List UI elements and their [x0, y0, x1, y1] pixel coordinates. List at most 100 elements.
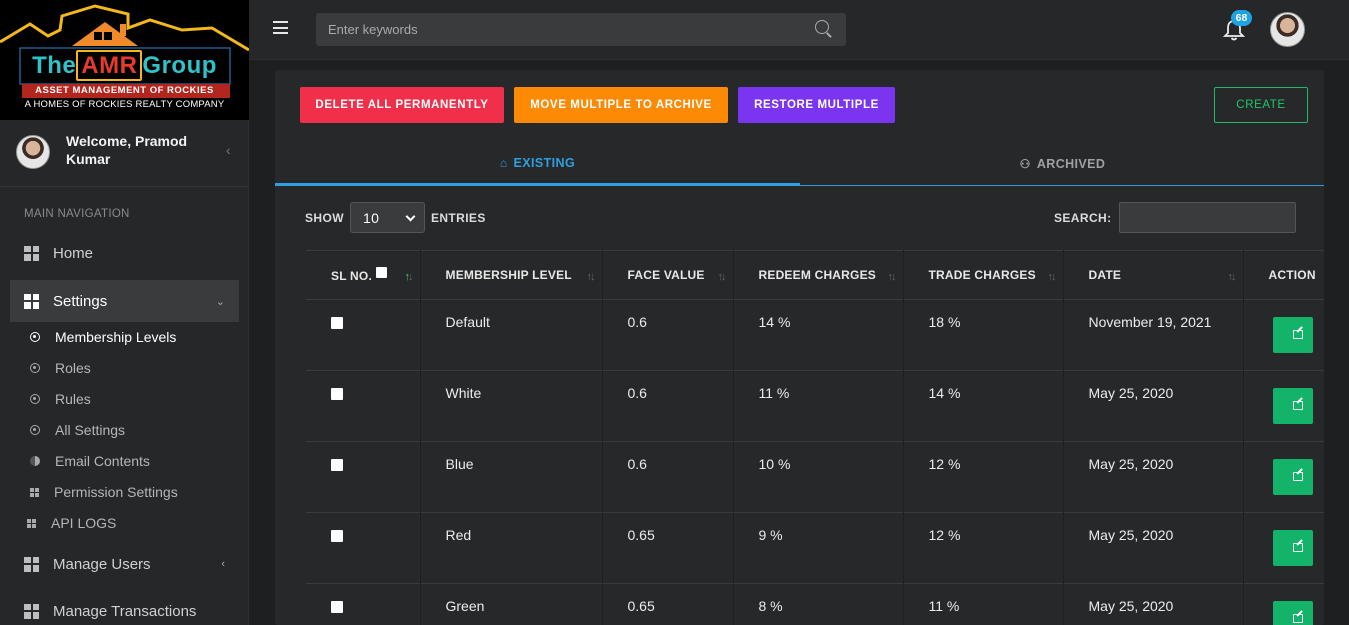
cell-redeem-charges: 11 %	[733, 370, 904, 442]
column-header-redeem-charges[interactable]: REDEEM CHARGES ↑↓	[733, 250, 904, 300]
restore-multiple-button[interactable]: RESTORE MULTIPLE	[738, 87, 895, 123]
circle-dot-icon	[30, 394, 40, 404]
create-button[interactable]: CREATE	[1214, 87, 1308, 123]
sidebar-subitem-all-settings[interactable]: All Settings	[30, 419, 125, 441]
table-row: Green 0.65 8 % 11 % May 25, 2020	[306, 583, 1324, 625]
grid-icon	[27, 518, 36, 528]
row-checkbox[interactable]	[331, 601, 343, 614]
dashboard-icon	[24, 293, 39, 309]
edit-icon	[1292, 543, 1303, 552]
select-all-checkbox[interactable]	[376, 267, 387, 278]
cell-redeem-charges: 8 %	[733, 583, 904, 625]
sidebar-subitem-email-contents[interactable]: Email Contents	[30, 450, 150, 472]
cell-trade-charges: 12 %	[903, 512, 1064, 584]
table-row: White 0.6 11 % 14 % May 25, 2020	[306, 370, 1324, 442]
cell-face-value: 0.6	[602, 370, 734, 442]
cell-level: Default	[420, 299, 603, 371]
edit-button[interactable]	[1272, 317, 1313, 353]
chevron-down-icon: ⌄	[215, 295, 225, 308]
sidebar-subitem-rules[interactable]: Rules	[30, 388, 91, 410]
edit-icon	[1292, 472, 1303, 481]
home-icon: ⌂	[499, 155, 508, 170]
circle-dot-icon	[30, 425, 40, 435]
cell-face-value: 0.65	[602, 583, 734, 625]
cell-level: Red	[420, 512, 603, 584]
search-input[interactable]	[316, 13, 846, 46]
contrast-icon	[30, 456, 40, 466]
sidebar-item-manage-users[interactable]: Manage Users ‹	[10, 543, 239, 585]
topbar: 68	[249, 0, 1349, 60]
delete-all-permanently-button[interactable]: DELETE ALL PERMANENTLY	[300, 87, 504, 123]
sidebar-item-label: Manage Users	[53, 555, 151, 573]
show-entries-control: SHOW 10 ENTRIES	[305, 202, 486, 233]
cell-level: White	[420, 370, 603, 442]
sort-icon: ↑↓	[1227, 271, 1237, 283]
brand-logo[interactable]: The AMR Group ASSET MANAGEMENT OF ROCKIES …	[0, 0, 249, 120]
menu-icon[interactable]	[273, 21, 288, 34]
membership-levels-table: SL NO. ↑↓ MEMBERSHIP LEVEL ↑↓ FACE VALUE ↑↓…	[306, 250, 1324, 625]
column-header-membership-level[interactable]: MEMBERSHIP LEVEL ↑↓	[420, 250, 603, 300]
cell-date: May 25, 2020	[1063, 583, 1244, 625]
cell-action	[1243, 583, 1324, 625]
table-search-input[interactable]	[1119, 202, 1297, 233]
sidebar-subitem-api-logs[interactable]: API LOGS	[27, 512, 116, 534]
row-checkbox[interactable]	[331, 459, 343, 472]
tab-existing[interactable]: ⌂ EXISTING	[275, 142, 800, 186]
column-header-trade-charges[interactable]: TRADE CHARGES ↑↓	[903, 250, 1064, 300]
cell-trade-charges: 14 %	[903, 370, 1064, 442]
edit-button[interactable]	[1272, 459, 1313, 495]
sort-icon: ↑↓	[1047, 271, 1057, 283]
sidebar-subitem-membership-levels[interactable]: Membership Levels	[30, 326, 176, 348]
brand-tagline: ASSET MANAGEMENT OF ROCKIES	[35, 85, 214, 96]
sidebar-item-label: Settings	[53, 292, 108, 310]
dashboard-icon	[24, 556, 39, 572]
edit-icon	[1292, 614, 1303, 623]
user-icon: ⚇	[1019, 157, 1031, 171]
sidebar-subitem-permission-settings[interactable]: Permission Settings	[30, 481, 178, 503]
user-avatar[interactable]	[1270, 12, 1305, 47]
row-checkbox[interactable]	[331, 388, 343, 401]
tab-archived[interactable]: ⚇ ARCHIVED	[800, 142, 1324, 186]
cell-face-value: 0.6	[602, 299, 734, 371]
move-multiple-to-archive-button[interactable]: MOVE MULTIPLE TO ARCHIVE	[514, 87, 728, 123]
chevron-left-icon[interactable]: ‹	[226, 142, 231, 158]
tab-bar: ⌂ EXISTING ⚇ ARCHIVED	[275, 142, 1324, 186]
column-header-face-value[interactable]: FACE VALUE ↑↓	[602, 250, 734, 300]
sort-icon: ↑↓	[717, 271, 727, 283]
column-header-date[interactable]: DATE ↑↓	[1063, 250, 1244, 300]
cell-action	[1243, 299, 1324, 371]
sort-icon: ↑↓	[586, 271, 596, 283]
brand-name: The AMR Group	[32, 50, 217, 81]
entries-select[interactable]: 10	[349, 202, 425, 233]
notification-badge: 68	[1231, 10, 1252, 26]
sidebar-item-manage-transactions[interactable]: Manage Transactions	[10, 590, 239, 625]
sort-icon: ↑↓	[887, 271, 897, 283]
edit-button[interactable]	[1272, 388, 1313, 424]
cell-redeem-charges: 10 %	[733, 441, 904, 513]
edit-button[interactable]	[1272, 601, 1313, 625]
welcome-text: Welcome, Pramod Kumar	[66, 133, 188, 167]
circle-dot-icon	[30, 332, 40, 342]
row-checkbox-cell	[306, 583, 421, 625]
sidebar-subitem-roles[interactable]: Roles	[30, 357, 91, 379]
row-checkbox-cell	[306, 299, 421, 371]
sidebar-item-settings[interactable]: Settings ⌄	[10, 280, 239, 322]
cell-trade-charges: 11 %	[903, 583, 1064, 625]
table-search: SEARCH:	[1054, 202, 1297, 233]
sidebar-item-home[interactable]: Home	[10, 232, 239, 274]
edit-icon	[1292, 401, 1303, 410]
row-checkbox-cell	[306, 441, 421, 513]
search-icon[interactable]	[815, 20, 829, 34]
edit-button[interactable]	[1272, 530, 1313, 566]
sidebar: The AMR Group ASSET MANAGEMENT OF ROCKIES …	[0, 0, 249, 625]
user-panel: Welcome, Pramod Kumar ‹	[0, 120, 249, 187]
cell-level: Green	[420, 583, 603, 625]
cell-trade-charges: 18 %	[903, 299, 1064, 371]
cell-trade-charges: 12 %	[903, 441, 1064, 513]
column-header-sl-no[interactable]: SL NO. ↑↓	[306, 250, 421, 300]
row-checkbox[interactable]	[331, 317, 343, 330]
row-checkbox-cell	[306, 512, 421, 584]
row-checkbox[interactable]	[331, 530, 343, 543]
nav-header: MAIN NAVIGATION	[24, 208, 130, 220]
cell-redeem-charges: 14 %	[733, 299, 904, 371]
